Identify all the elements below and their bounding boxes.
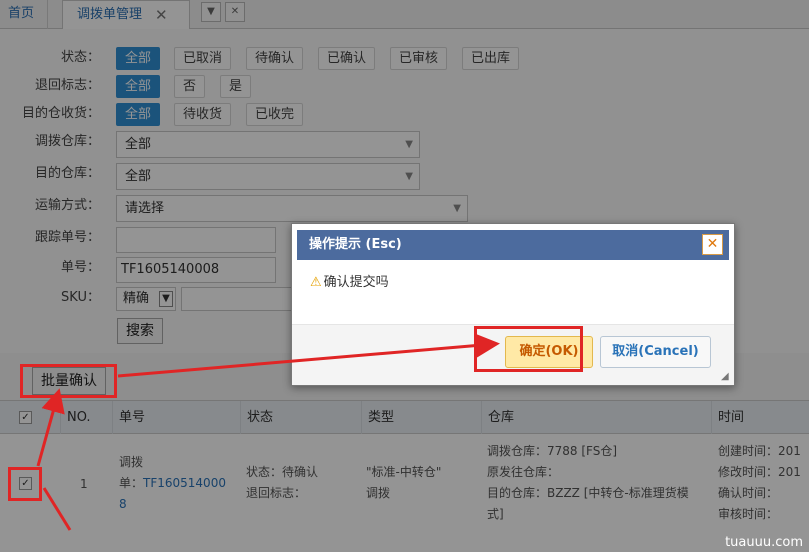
arrow-to-batch [36, 388, 65, 467]
watermark: tuauuu.com [725, 535, 803, 550]
arrow-to-checkbox [42, 487, 72, 531]
arrow-to-ok [117, 333, 500, 378]
annotation-arrows [36, 333, 500, 531]
